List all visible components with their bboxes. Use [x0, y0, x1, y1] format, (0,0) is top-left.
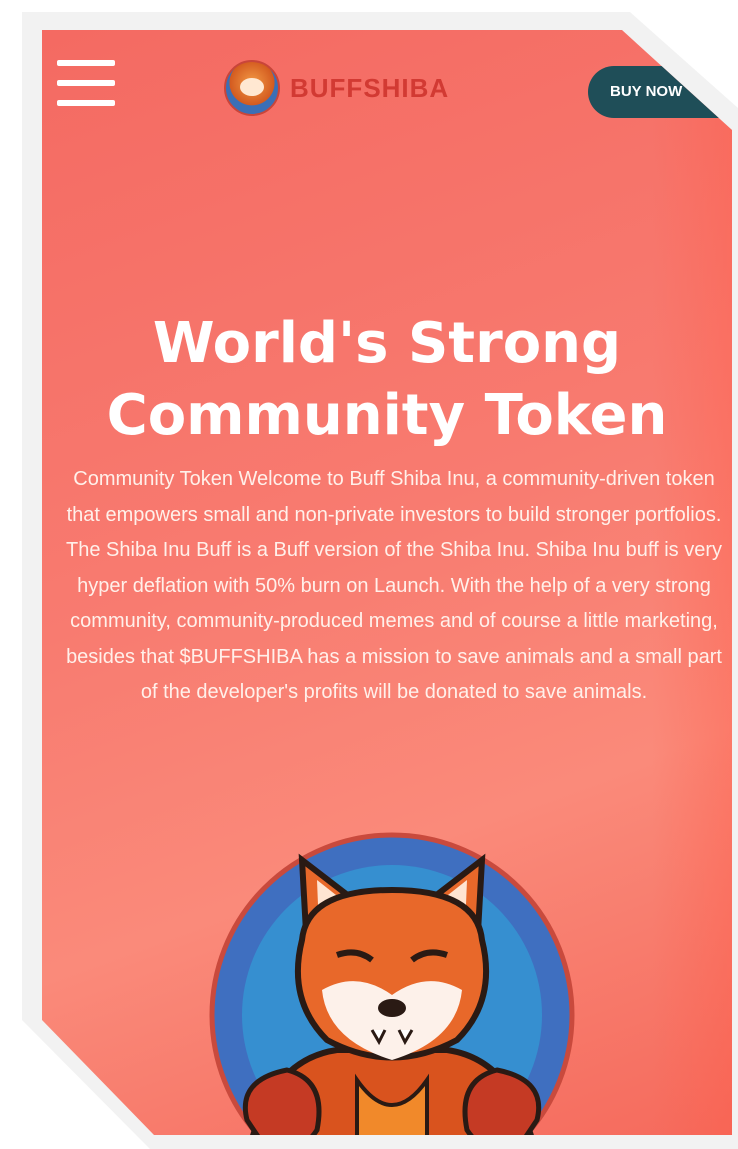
hamburger-menu-icon[interactable] — [57, 60, 115, 106]
hero-title: World's Strong Community Token — [62, 308, 712, 452]
page-screen: BUFFSHIBA BUY NOW World's Strong Communi… — [42, 30, 732, 1135]
hero-title-line2: Community Token — [106, 383, 668, 448]
mascot-nose — [378, 999, 406, 1017]
logo-text: BUFFSHIBA — [290, 72, 450, 103]
site-logo[interactable]: BUFFSHIBA — [224, 60, 449, 116]
shiba-logo-icon — [224, 60, 280, 116]
menu-bar-top — [57, 60, 115, 66]
menu-bar-middle — [57, 80, 115, 86]
hero-description: Community Token Welcome to Buff Shiba In… — [66, 468, 722, 703]
menu-bar-bottom — [57, 100, 115, 106]
buff-shiba-mascot-image — [209, 832, 575, 1135]
hero-title-line1: World's Strong — [152, 311, 622, 376]
